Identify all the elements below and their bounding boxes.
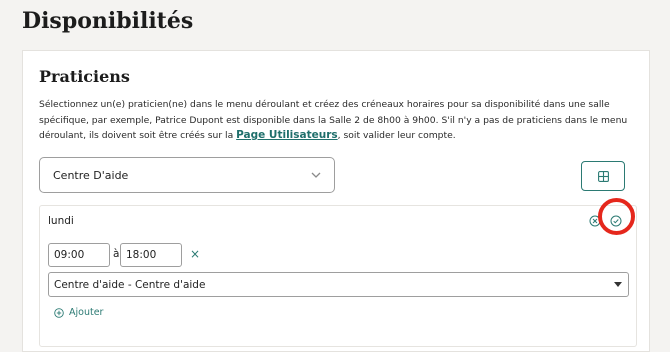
remove-slot-icon[interactable]: × <box>190 247 200 261</box>
practitioners-card: Praticiens Sélectionnez un(e) praticien(… <box>22 50 650 352</box>
plus-circle-icon <box>54 307 64 318</box>
room-select[interactable]: Centre d'aide - Centre d'aide <box>48 272 629 297</box>
practitioner-select[interactable]: Centre D'aide <box>39 157 335 193</box>
room-select-value: Centre d'aide - Centre d'aide <box>54 278 206 291</box>
section-description: Sélectionnez un(e) praticien(ne) dans le… <box>39 97 639 144</box>
description-text-end: , soit valider leur compte. <box>337 130 456 141</box>
page-title: Disponibilités <box>22 8 194 34</box>
day-panel-lundi: lundi 09:00 à 18:00 × Centre d'aide - Ce… <box>39 198 637 347</box>
start-time-input[interactable]: 09:00 <box>48 243 110 267</box>
practitioner-select-value: Centre D'aide <box>53 168 129 182</box>
add-slot-button[interactable]: Ajouter <box>54 307 103 318</box>
day-label: lundi <box>48 215 74 227</box>
end-time-input[interactable]: 18:00 <box>120 243 182 267</box>
users-page-link[interactable]: Page Utilisateurs <box>236 129 338 141</box>
caret-down-icon <box>614 282 622 287</box>
chevron-down-icon <box>311 172 321 178</box>
time-separator: à <box>113 248 120 260</box>
grid-view-button[interactable] <box>581 161 625 191</box>
grid-icon <box>597 170 609 182</box>
section-title: Praticiens <box>39 67 130 86</box>
highlight-circle-annotation <box>598 198 635 235</box>
add-slot-label: Ajouter <box>69 307 104 318</box>
